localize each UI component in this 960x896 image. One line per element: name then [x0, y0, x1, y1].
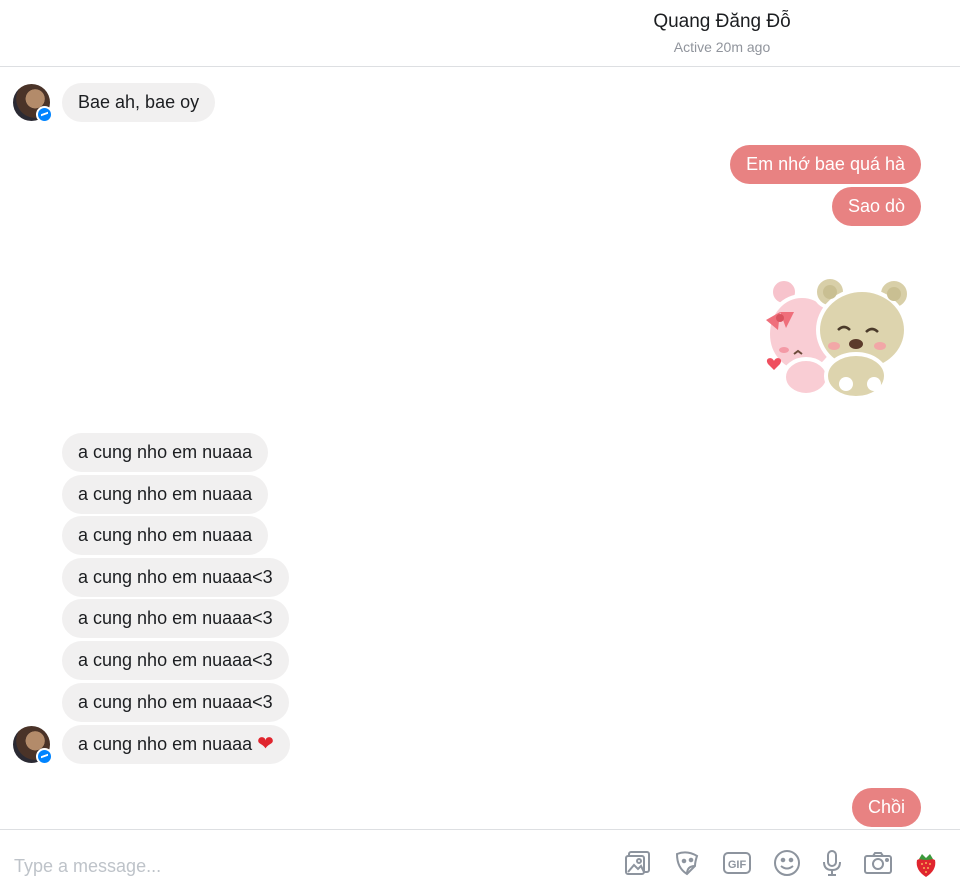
- message-bubble[interactable]: a cung nho em nuaaa: [62, 516, 269, 555]
- message-bubble[interactable]: Em nhớ bae quá hà: [730, 145, 921, 184]
- messenger-badge-icon: [36, 106, 53, 123]
- message-bubble[interactable]: a cung nho em nuaaa<3: [62, 599, 289, 638]
- message-bubble[interactable]: a cung nho em nuaaa: [62, 475, 269, 514]
- heart-emoji-icon: ❤: [257, 733, 274, 755]
- message-bubble[interactable]: a cung nho em nuaaa<3: [62, 558, 289, 597]
- avatar[interactable]: [13, 726, 53, 765]
- messenger-badge-icon: [36, 748, 53, 765]
- message-bubble[interactable]: Bae ah, bae oy: [62, 83, 216, 122]
- message-bubble[interactable]: a cung nho em nuaaa<3: [62, 683, 289, 722]
- gif-icon[interactable]: GIF: [721, 847, 753, 879]
- message-composer: GIF: [0, 829, 960, 896]
- active-status: Active 20m ago: [673, 39, 771, 55]
- conversation-header: Quang Đăng Đỗ Active 20m ago: [0, 0, 960, 67]
- message-bubble[interactable]: Sao dò: [831, 187, 921, 226]
- message-bubble[interactable]: a cung nho em nuaaa<3: [62, 641, 289, 680]
- emoji-icon[interactable]: [771, 847, 803, 879]
- photo-icon[interactable]: [622, 847, 654, 879]
- sticker-icon[interactable]: [671, 847, 703, 879]
- svg-text:GIF: GIF: [728, 859, 747, 871]
- message-input[interactable]: [14, 854, 434, 878]
- bears-hug-sticker[interactable]: [754, 272, 920, 402]
- strawberry-icon[interactable]: [910, 847, 942, 879]
- message-bubble[interactable]: a cung nho em nuaaa ❤: [62, 725, 290, 764]
- camera-icon[interactable]: [862, 847, 894, 879]
- message-bubble[interactable]: a cung nho em nuaaa: [62, 433, 269, 472]
- avatar[interactable]: [13, 84, 53, 123]
- microphone-icon[interactable]: [816, 847, 848, 879]
- message-thread[interactable]: Bae ah, bae oy Em nhớ bae quá hà Sao dò: [0, 67, 960, 829]
- message-bubble[interactable]: Chồi: [851, 788, 921, 827]
- bears-hug-sticker-image: [766, 275, 911, 400]
- contact-name[interactable]: Quang Đăng Đỗ: [0, 11, 960, 33]
